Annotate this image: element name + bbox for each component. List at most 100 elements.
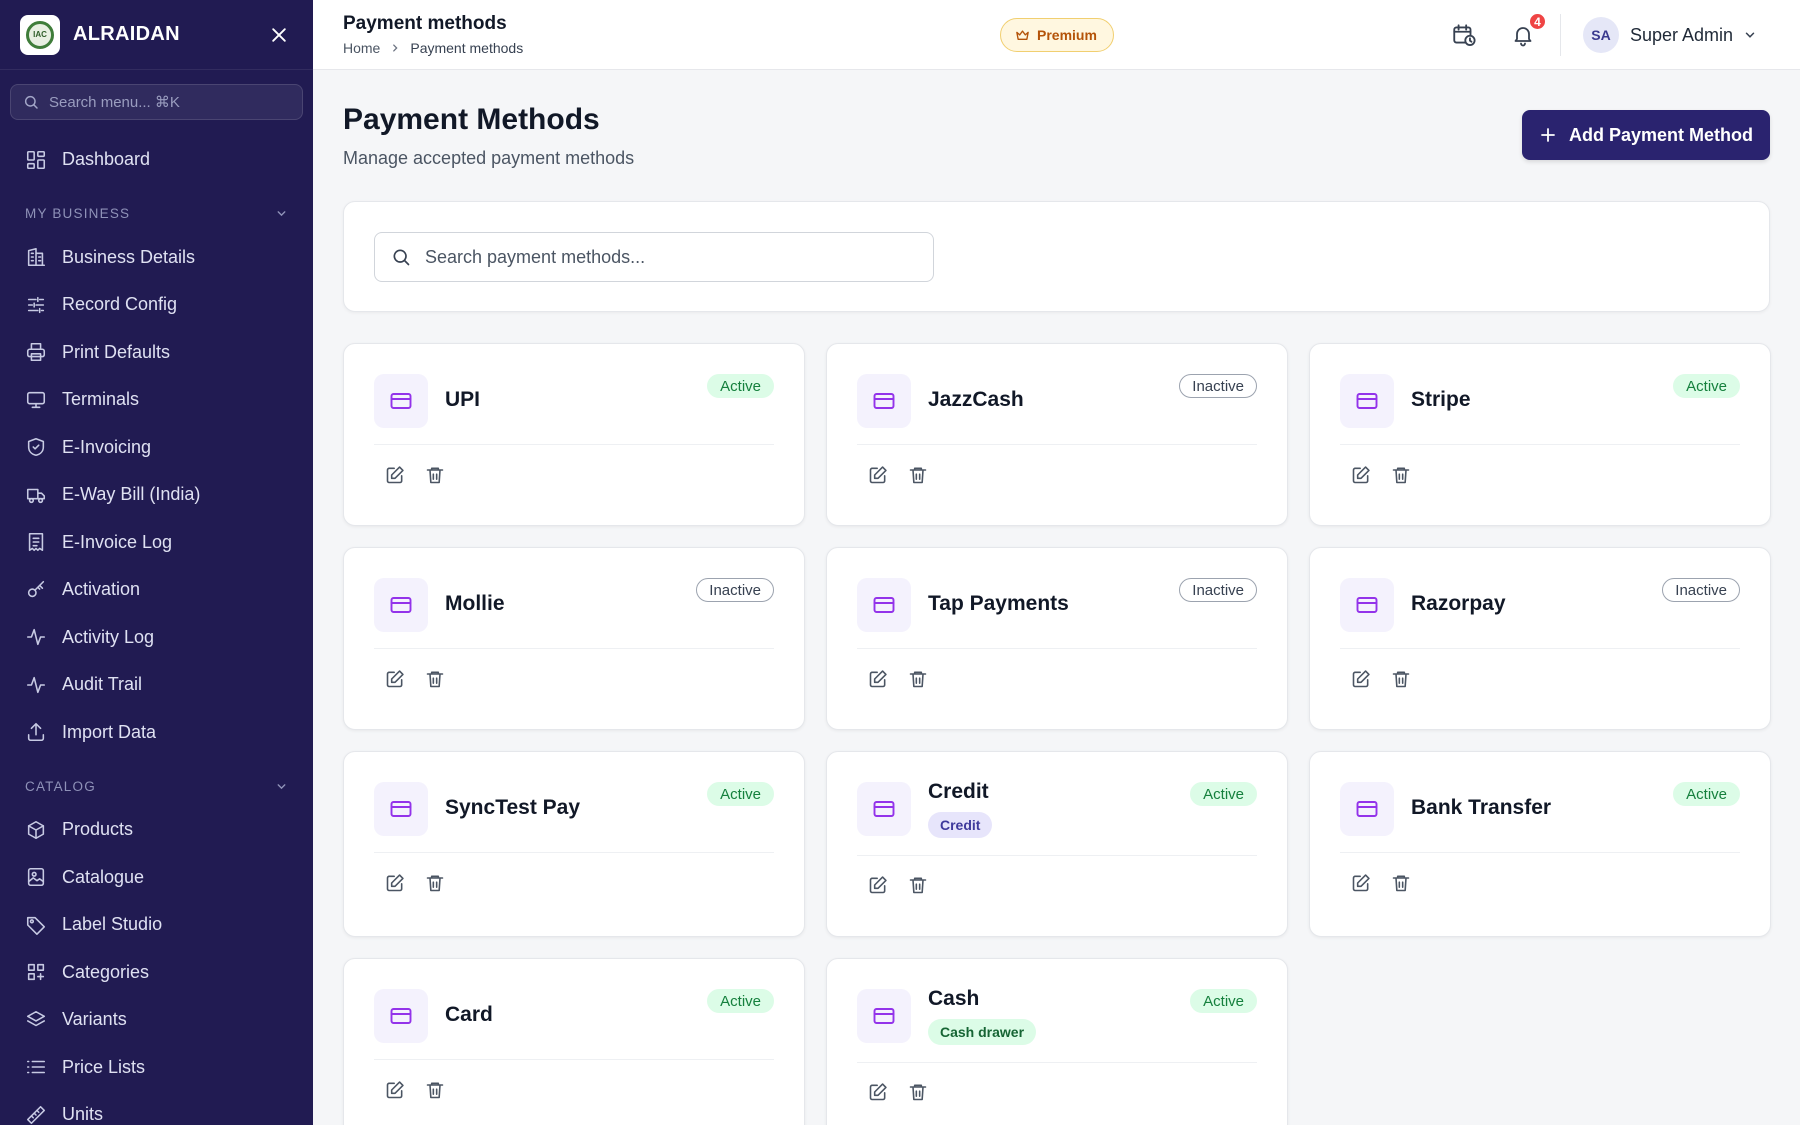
sidebar-section-my-business[interactable]: MY BUSINESS xyxy=(0,194,313,234)
payment-method-icon-box xyxy=(857,578,911,632)
sidebar-item-label: Activation xyxy=(62,579,141,600)
edit-button[interactable] xyxy=(382,666,408,692)
edit-button[interactable] xyxy=(1348,870,1374,896)
edit-icon xyxy=(1352,670,1370,688)
sidebar-item-label: Print Defaults xyxy=(62,341,171,362)
edit-button[interactable] xyxy=(865,872,891,898)
payment-search-box[interactable] xyxy=(374,232,934,282)
payment-method-tag: Credit xyxy=(928,812,993,838)
delete-button[interactable] xyxy=(1388,666,1414,692)
sidebar-item-variants[interactable]: Variants xyxy=(0,996,313,1044)
sidebar-item-activity-log[interactable]: Activity Log xyxy=(0,614,313,662)
payment-method-icon-box xyxy=(857,989,911,1043)
sidebar-item-e-way-bill-india[interactable]: E-Way Bill (India) xyxy=(0,471,313,519)
sidebar-item-e-invoicing[interactable]: E-Invoicing xyxy=(0,424,313,472)
delete-button[interactable] xyxy=(422,870,448,896)
credit-card-icon xyxy=(1356,597,1378,613)
calendar-clock-button[interactable] xyxy=(1449,20,1479,50)
sidebar-item-units[interactable]: Units xyxy=(0,1091,313,1125)
sidebar-search[interactable] xyxy=(10,84,303,120)
edit-button[interactable] xyxy=(382,1077,408,1103)
credit-card-icon xyxy=(873,393,895,409)
sidebar-item-business-details[interactable]: Business Details xyxy=(0,234,313,282)
edit-icon xyxy=(869,466,887,484)
status-badge: Active xyxy=(707,374,774,398)
sidebar-item-terminals[interactable]: Terminals xyxy=(0,376,313,424)
sidebar-item-record-config[interactable]: Record Config xyxy=(0,281,313,329)
sidebar-item-dashboard[interactable]: Dashboard xyxy=(0,136,313,184)
payment-search-input[interactable] xyxy=(425,246,905,268)
truck-icon xyxy=(26,488,46,503)
delete-button[interactable] xyxy=(422,666,448,692)
payment-method-name: JazzCash xyxy=(928,388,1024,411)
sidebar-item-label: Categories xyxy=(62,961,150,982)
delete-button[interactable] xyxy=(1388,870,1414,896)
payment-method-icon-box xyxy=(374,782,428,836)
status-badge: Active xyxy=(707,782,774,806)
payment-method-card-synctest-pay: SyncTest Pay Active xyxy=(343,751,805,937)
sidebar-brand: IAC ALRAIDAN xyxy=(0,0,313,70)
edit-icon xyxy=(869,1083,887,1101)
credit-card-icon xyxy=(390,801,412,817)
edit-button[interactable] xyxy=(1348,666,1374,692)
key-icon xyxy=(27,580,45,597)
trash-icon xyxy=(426,1082,444,1099)
edit-button[interactable] xyxy=(1348,462,1374,488)
payment-method-icon-box xyxy=(374,989,428,1043)
sidebar-item-activation[interactable]: Activation xyxy=(0,566,313,614)
delete-button[interactable] xyxy=(905,666,931,692)
sidebar-item-label: Label Studio xyxy=(62,914,163,935)
breadcrumb: Home Payment methods xyxy=(343,40,523,56)
add-payment-method-button[interactable]: Add Payment Method xyxy=(1522,110,1770,160)
edit-icon xyxy=(1352,466,1370,484)
avatar: SA xyxy=(1583,17,1619,53)
sidebar-item-catalogue[interactable]: Catalogue xyxy=(0,854,313,902)
sidebar-item-label: Import Data xyxy=(62,721,157,742)
sidebar-item-e-invoice-log[interactable]: E-Invoice Log xyxy=(0,519,313,567)
sidebar-item-label-studio[interactable]: Label Studio xyxy=(0,901,313,949)
sidebar-item-categories[interactable]: Categories xyxy=(0,949,313,997)
page-title: Payment Methods xyxy=(343,103,600,136)
close-icon xyxy=(272,27,286,42)
breadcrumb-current: Payment methods xyxy=(410,40,524,56)
sidebar-item-label: Products xyxy=(62,819,134,840)
edit-button[interactable] xyxy=(382,870,408,896)
status-badge: Inactive xyxy=(1179,374,1257,398)
sidebar-section-catalog[interactable]: CATALOG xyxy=(0,766,313,806)
edit-button[interactable] xyxy=(865,1079,891,1105)
sidebar-item-price-lists[interactable]: Price Lists xyxy=(0,1044,313,1092)
premium-badge[interactable]: Premium xyxy=(1000,18,1114,52)
payment-method-name: SyncTest Pay xyxy=(445,796,581,819)
status-badge: Active xyxy=(707,989,774,1013)
chevron-down-icon xyxy=(277,783,286,789)
sidebar-item-products[interactable]: Products xyxy=(0,806,313,854)
sidebar-item-label: Terminals xyxy=(62,389,140,410)
user-menu[interactable]: SA Super Admin xyxy=(1583,17,1757,53)
sidebar-section-title: MY BUSINESS xyxy=(25,206,131,221)
trash-icon xyxy=(426,875,444,892)
payment-method-name: Bank Transfer xyxy=(1411,796,1552,819)
delete-button[interactable] xyxy=(422,1077,448,1103)
close-sidebar-button[interactable] xyxy=(265,21,293,49)
ruler-icon xyxy=(26,1105,46,1124)
sidebar-item-import-data[interactable]: Import Data xyxy=(0,709,313,757)
printer-icon xyxy=(26,343,46,362)
layers-icon xyxy=(26,1010,46,1027)
sidebar-item-print-defaults[interactable]: Print Defaults xyxy=(0,329,313,377)
breadcrumb-home[interactable]: Home xyxy=(343,40,380,56)
sidebar-item-audit-trail[interactable]: Audit Trail xyxy=(0,661,313,709)
delete-button[interactable] xyxy=(422,462,448,488)
delete-button[interactable] xyxy=(905,872,931,898)
payment-method-icon-box xyxy=(1340,374,1394,428)
edit-button[interactable] xyxy=(382,462,408,488)
header-title: Payment methods xyxy=(343,13,507,34)
edit-icon xyxy=(386,466,404,484)
delete-button[interactable] xyxy=(905,1079,931,1105)
edit-button[interactable] xyxy=(865,462,891,488)
delete-button[interactable] xyxy=(905,462,931,488)
delete-button[interactable] xyxy=(1388,462,1414,488)
notification-count-badge: 4 xyxy=(1528,12,1547,31)
trash-icon xyxy=(426,671,444,688)
edit-button[interactable] xyxy=(865,666,891,692)
sidebar-search-input[interactable] xyxy=(49,93,279,111)
